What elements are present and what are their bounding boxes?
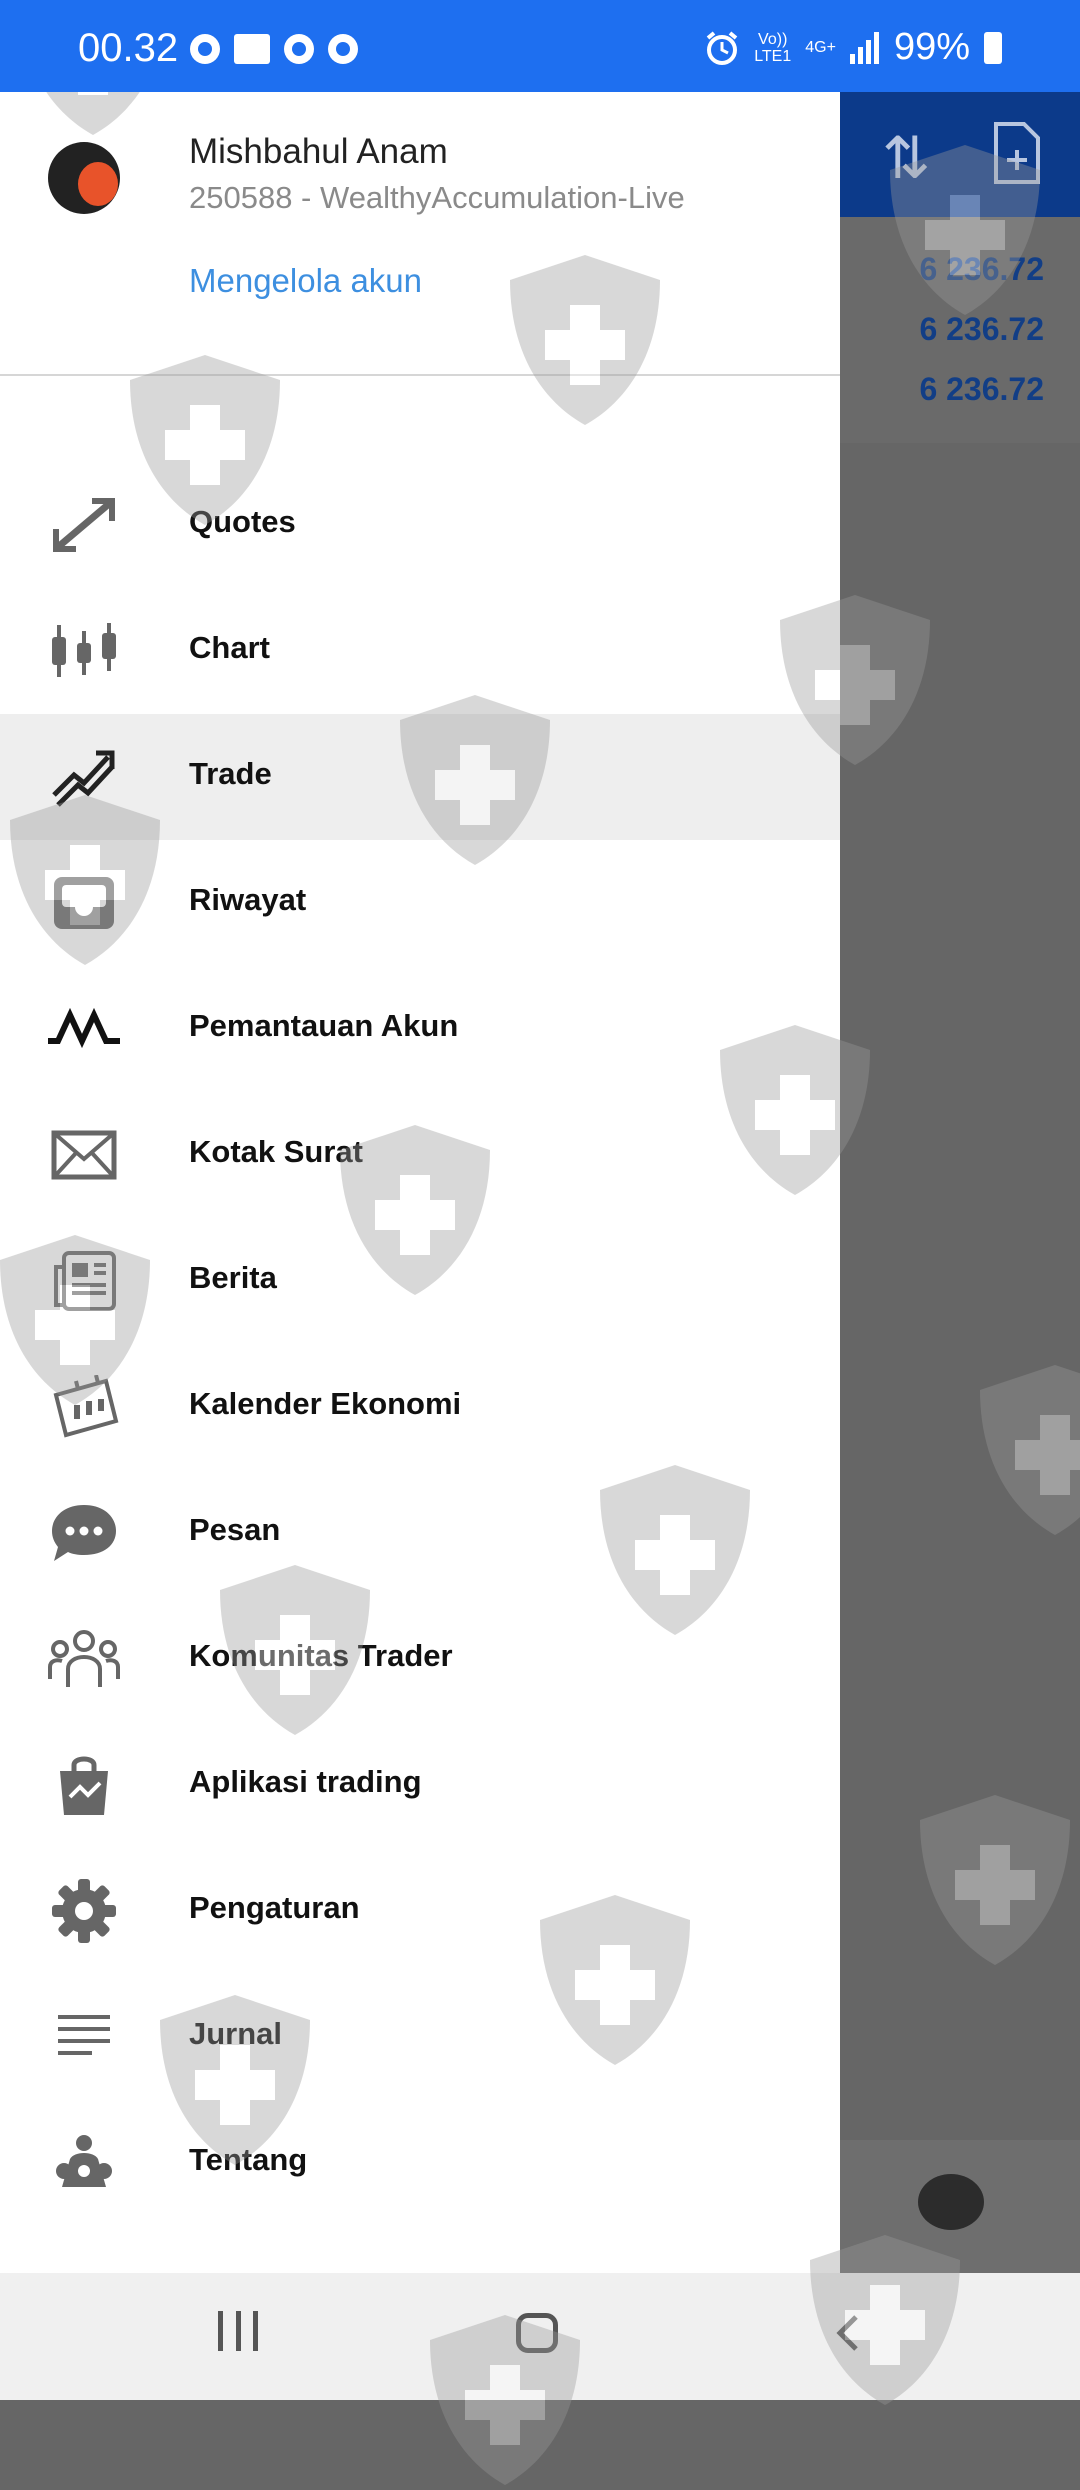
shield-watermark-icon: [980, 1365, 1080, 1535]
menu-item-label: Komunitas Trader: [189, 1638, 453, 1673]
menu-item-history[interactable]: Riwayat: [0, 840, 840, 966]
menu-item-journal[interactable]: Jurnal: [0, 1974, 840, 2100]
about-icon: [56, 2135, 112, 2187]
menu-item-label: Tentang: [189, 2142, 308, 2177]
background-toolbar: ⇅: [840, 92, 1080, 217]
history-icon: [54, 877, 114, 929]
menu-item-trading-apps[interactable]: Aplikasi trading: [0, 1722, 840, 1848]
settings-icon: [52, 1879, 116, 1943]
volte-indicator: Vo)) LTE1: [754, 30, 792, 65]
menu-item-label: Aplikasi trading: [189, 1764, 422, 1799]
menu-item-about[interactable]: Tentang: [0, 2100, 840, 2226]
background-quotes: 6 236.72 6 236.72 6 236.72: [840, 217, 1080, 443]
menu-item-chart[interactable]: Chart: [0, 588, 840, 714]
quote-value: 6 236.72: [919, 371, 1044, 407]
screenshot-icon: [234, 34, 270, 64]
news-icon: [54, 1251, 116, 1311]
trading-apps-icon: [60, 1756, 108, 1815]
menu-item-label: Kalender Ekonomi: [189, 1386, 462, 1421]
menu-item-trade[interactable]: Trade: [0, 714, 840, 840]
community-icon: [48, 1630, 120, 1687]
menu-item-label: Quotes: [189, 504, 296, 539]
menu-item-label: Pemantauan Akun: [189, 1008, 459, 1043]
navigation-drawer: Mishbahul Anam 250588 - WealthyAccumulat…: [0, 92, 840, 2273]
menu-item-quotes[interactable]: Quotes: [0, 462, 840, 588]
quotes-icon: [53, 498, 115, 552]
mailbox-icon: [51, 1130, 117, 1180]
recent-apps-icon: [218, 2311, 223, 2351]
menu-item-trader-community[interactable]: Komunitas Trader: [0, 1596, 840, 1722]
system-nav-bar: [0, 2273, 1080, 2400]
network-type: 4G+: [805, 39, 836, 56]
account-name: Mishbahul Anam: [189, 132, 448, 171]
quote-value: 6 236.72: [919, 311, 1044, 347]
battery-icon: [984, 31, 1002, 64]
alarm-icon: [706, 30, 738, 65]
notification-icons: [190, 34, 358, 64]
divider: [0, 374, 840, 376]
drawer-menu: Quotes Chart Trade Riwayat Pemantauan Ak…: [0, 462, 840, 2226]
menu-item-label: Berita: [189, 1260, 277, 1295]
menu-item-label: Chart: [189, 630, 270, 665]
sort-icon: ⇅: [882, 126, 931, 191]
status-time: 00.32: [78, 26, 179, 70]
account-header[interactable]: Mishbahul Anam 250588 - WealthyAccumulat…: [0, 92, 840, 374]
menu-item-label: Kotak Surat: [189, 1134, 363, 1169]
status-bar: 00.32 Vo)) LTE1 4G+ 99%: [0, 0, 1080, 92]
broker-logo: [48, 142, 120, 214]
journal-icon: [58, 2015, 110, 2055]
back-button[interactable]: [828, 2313, 868, 2353]
menu-item-label: Jurnal: [189, 2016, 283, 2051]
chat-icon: [918, 2174, 984, 2230]
battery-percent: 99%: [893, 26, 970, 68]
menu-item-settings[interactable]: Pengaturan: [0, 1848, 840, 1974]
menu-item-news[interactable]: Berita: [0, 1218, 840, 1344]
menu-item-label: Riwayat: [189, 882, 307, 917]
chart-icon: [52, 623, 116, 677]
menu-item-account-monitoring[interactable]: Pemantauan Akun: [0, 966, 840, 1092]
trade-icon: [52, 750, 115, 807]
shield-watermark-icon: [920, 1795, 1070, 1965]
menu-item-economic-calendar[interactable]: Kalender Ekonomi: [0, 1344, 840, 1470]
menu-item-label: Pesan: [189, 1512, 281, 1547]
menu-item-label: Trade: [189, 756, 272, 791]
aperture-icon: [190, 34, 220, 64]
system-status: Vo)) LTE1 4G+ 99%: [704, 26, 1002, 69]
manage-account-link[interactable]: Mengelola akun: [189, 262, 422, 300]
calendar-icon: [53, 1375, 119, 1438]
home-button[interactable]: [516, 2313, 558, 2353]
signal-icon: [849, 31, 879, 64]
new-order-icon: [994, 122, 1040, 184]
account-detail: 250588 - WealthyAccumulation-Live: [189, 180, 685, 215]
menu-item-label: Pengaturan: [189, 1890, 360, 1925]
quote-value: 6 236.72: [919, 251, 1044, 287]
aperture-icon: [328, 34, 358, 64]
recent-apps-button[interactable]: [218, 2311, 258, 2351]
menu-item-mailbox[interactable]: Kotak Surat: [0, 1092, 840, 1218]
menu-item-messages[interactable]: Pesan: [0, 1470, 840, 1596]
monitoring-icon: [48, 1007, 120, 1049]
messages-icon: [52, 1505, 116, 1561]
aperture-icon: [284, 34, 314, 64]
